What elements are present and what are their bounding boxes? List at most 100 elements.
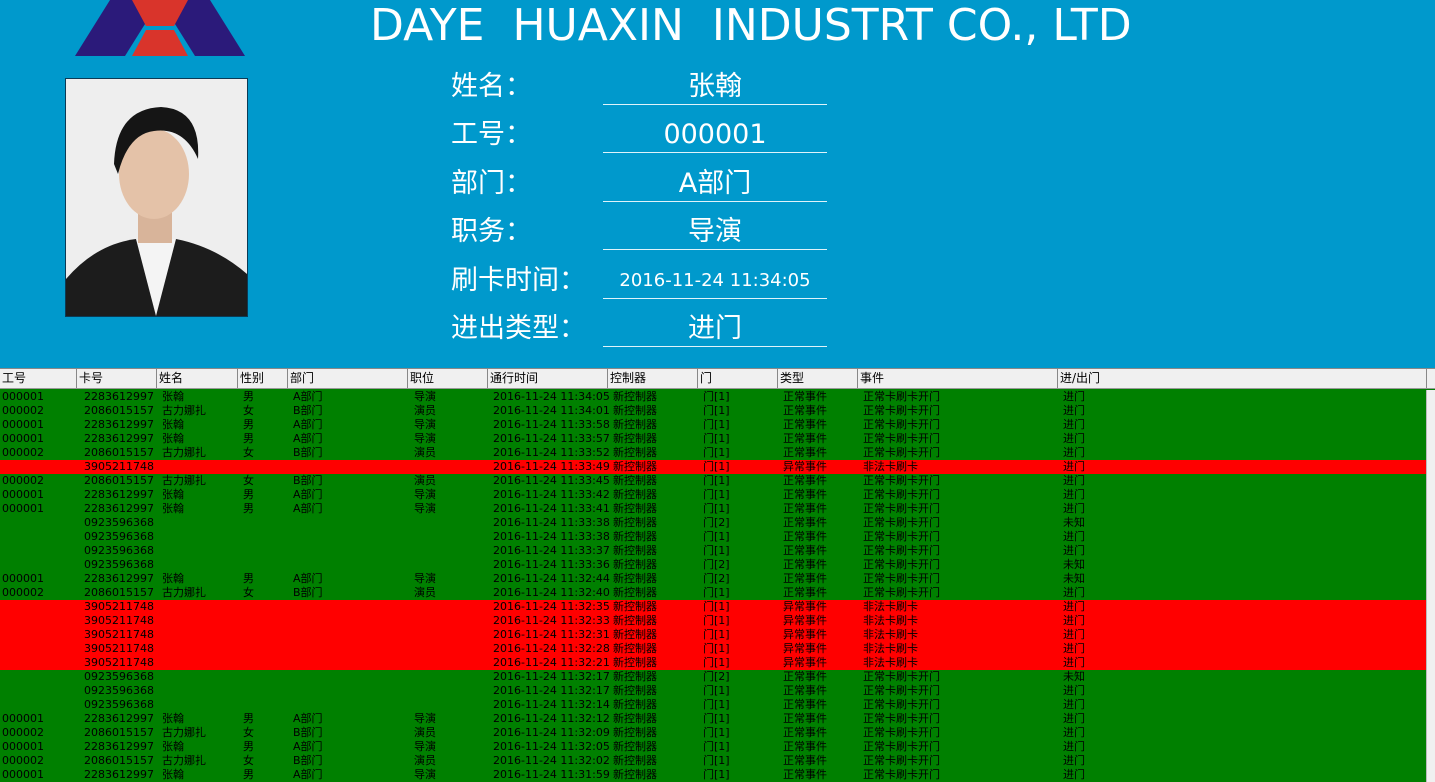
table-row[interactable]: 000002 2086015157 古力娜扎 女 B部门 演员 2016-11-24 11:… xyxy=(0,404,1427,418)
cell-controller: 新控制器 xyxy=(613,544,657,557)
cell-type: 正常事件 xyxy=(783,670,827,683)
cell-type: 正常事件 xyxy=(783,740,827,753)
cell-door: 门[1] xyxy=(703,446,730,459)
cell-card-no: 3905211748 xyxy=(84,460,154,473)
table-row[interactable]: 000002 2086015157 古力娜扎 女 B部门 演员 2016-11-24 11:… xyxy=(0,586,1427,600)
table-row[interactable]: 000001 2283612997 张翰 男 A部门 导演 2016-11-24 11:32… xyxy=(0,572,1427,586)
table-row[interactable]: 000001 2283612997 张翰 男 A部门 导演 2016-11-24 11:33… xyxy=(0,502,1427,516)
cell-emp-id: 000001 xyxy=(2,418,44,431)
table-row[interactable]: 000002 2086015157 古力娜扎 女 B部门 演员 2016-11-24 11:… xyxy=(0,474,1427,488)
cell-direction: 进门 xyxy=(1063,768,1085,781)
cell-gender: 男 xyxy=(243,740,254,753)
cell-position: 导演 xyxy=(414,502,436,515)
cell-card-no: 2283612997 xyxy=(84,502,154,515)
table-row[interactable]: 0923596368 2016-11-24 11:33:36 新控制器 门[2] 正常事… xyxy=(0,558,1427,572)
cell-card-no: 2283612997 xyxy=(84,488,154,501)
cell-name: 古力娜扎 xyxy=(162,754,206,767)
column-header-dept[interactable]: 部门 xyxy=(288,369,408,388)
table-row[interactable]: 0923596368 2016-11-24 11:33:38 新控制器 门[2] 正常事… xyxy=(0,516,1427,530)
table-row[interactable]: 000002 2086015157 古力娜扎 女 B部门 演员 2016-11-24 11:… xyxy=(0,726,1427,740)
table-row[interactable]: 0923596368 2016-11-24 11:32:17 新控制器 门[2] 正常事… xyxy=(0,670,1427,684)
cell-gender: 男 xyxy=(243,432,254,445)
cell-dept: B部门 xyxy=(293,446,323,459)
cell-event: 正常卡刷卡开门 xyxy=(863,586,940,599)
table-row[interactable]: 3905211748 2016-11-24 11:32:31 新控制器 门[1] 异常事… xyxy=(0,628,1427,642)
table-row[interactable]: 0923596368 2016-11-24 11:32:17 新控制器 门[1] 正常事… xyxy=(0,684,1427,698)
cell-controller: 新控制器 xyxy=(613,502,657,515)
cell-direction: 未知 xyxy=(1063,670,1085,683)
cell-direction: 进门 xyxy=(1063,642,1085,655)
cell-door: 门[1] xyxy=(703,474,730,487)
column-header-door[interactable]: 门 xyxy=(698,369,778,388)
cell-controller: 新控制器 xyxy=(613,460,657,473)
table-row[interactable]: 3905211748 2016-11-24 11:32:33 新控制器 门[1] 异常事… xyxy=(0,614,1427,628)
table-row[interactable]: 0923596368 2016-11-24 11:33:38 新控制器 门[1] 正常事… xyxy=(0,530,1427,544)
table-row[interactable]: 3905211748 2016-11-24 11:33:49 新控制器 门[1] 异常事… xyxy=(0,460,1427,474)
cell-dept: A部门 xyxy=(293,432,323,445)
column-header-event[interactable]: 事件 xyxy=(858,369,1058,388)
table-row[interactable]: 3905211748 2016-11-24 11:32:35 新控制器 门[1] 异常事… xyxy=(0,600,1427,614)
cell-door: 门[1] xyxy=(703,586,730,599)
column-header-card-no[interactable]: 卡号 xyxy=(77,369,157,388)
column-header-name[interactable]: 姓名 xyxy=(157,369,238,388)
cell-event: 正常卡刷卡开门 xyxy=(863,488,940,501)
table-row[interactable]: 000001 2283612997 张翰 男 A部门 导演 2016-11-24 11:32… xyxy=(0,712,1427,726)
cell-event: 非法卡刷卡 xyxy=(863,628,918,641)
cell-name: 张翰 xyxy=(162,418,184,431)
cell-controller: 新控制器 xyxy=(613,572,657,585)
cell-door: 门[2] xyxy=(703,670,730,683)
cell-time: 2016-11-24 11:32:05 xyxy=(493,740,610,753)
cell-controller: 新控制器 xyxy=(613,698,657,711)
cell-controller: 新控制器 xyxy=(613,446,657,459)
cell-gender: 女 xyxy=(243,586,254,599)
column-header-position[interactable]: 职位 xyxy=(408,369,488,388)
cell-time: 2016-11-24 11:33:49 xyxy=(493,460,610,473)
table-row[interactable]: 000001 2283612997 张翰 男 A部门 导演 2016-11-24 11:33… xyxy=(0,488,1427,502)
column-header-time[interactable]: 通行时间 xyxy=(488,369,608,388)
cell-event: 正常卡刷卡开门 xyxy=(863,390,940,403)
cell-controller: 新控制器 xyxy=(613,432,657,445)
cell-event: 正常卡刷卡开门 xyxy=(863,572,940,585)
cell-door: 门[1] xyxy=(703,712,730,725)
cell-name: 张翰 xyxy=(162,432,184,445)
cell-direction: 进门 xyxy=(1063,460,1085,473)
cell-card-no: 3905211748 xyxy=(84,614,154,627)
cell-type: 正常事件 xyxy=(783,558,827,571)
column-header-direction[interactable]: 进/出门 xyxy=(1058,369,1427,388)
table-row[interactable]: 000001 2283612997 张翰 男 A部门 导演 2016-11-24 11:34… xyxy=(0,390,1427,404)
cell-emp-id: 000001 xyxy=(2,502,44,515)
vertical-scrollbar[interactable] xyxy=(1426,390,1435,782)
table-row[interactable]: 0923596368 2016-11-24 11:33:37 新控制器 门[1] 正常事… xyxy=(0,544,1427,558)
column-header-type[interactable]: 类型 xyxy=(778,369,858,388)
cell-dept: A部门 xyxy=(293,418,323,431)
cell-emp-id: 000002 xyxy=(2,726,44,739)
cell-controller: 新控制器 xyxy=(613,614,657,627)
cell-controller: 新控制器 xyxy=(613,488,657,501)
cell-card-no: 2086015157 xyxy=(84,586,154,599)
cell-type: 正常事件 xyxy=(783,446,827,459)
table-row[interactable]: 0923596368 2016-11-24 11:32:14 新控制器 门[1] 正常事… xyxy=(0,698,1427,712)
cell-card-no: 2283612997 xyxy=(84,418,154,431)
column-header-gender[interactable]: 性别 xyxy=(238,369,288,388)
cell-door: 门[2] xyxy=(703,558,730,571)
cell-event: 正常卡刷卡开门 xyxy=(863,684,940,697)
cell-emp-id: 000001 xyxy=(2,432,44,445)
cell-dept: B部门 xyxy=(293,404,323,417)
column-header-emp-id[interactable]: 工号 xyxy=(0,369,77,388)
employee-id-value: 000001 xyxy=(603,118,827,153)
cell-door: 门[1] xyxy=(703,544,730,557)
table-row[interactable]: 000002 2086015157 古力娜扎 女 B部门 演员 2016-11-24 11:… xyxy=(0,446,1427,460)
table-row[interactable]: 000001 2283612997 张翰 男 A部门 导演 2016-11-24 11:33… xyxy=(0,418,1427,432)
table-row[interactable]: 000001 2283612997 张翰 男 A部门 导演 2016-11-24 11:32… xyxy=(0,740,1427,754)
column-header-controller[interactable]: 控制器 xyxy=(608,369,698,388)
table-row[interactable]: 3905211748 2016-11-24 11:32:28 新控制器 门[1] 异常事… xyxy=(0,642,1427,656)
cell-time: 2016-11-24 11:34:01 xyxy=(493,404,610,417)
cell-controller: 新控制器 xyxy=(613,768,657,781)
table-row[interactable]: 000001 2283612997 张翰 男 A部门 导演 2016-11-24 11:31… xyxy=(0,768,1427,782)
table-row[interactable]: 3905211748 2016-11-24 11:32:21 新控制器 门[1] 异常事… xyxy=(0,656,1427,670)
cell-door: 门[1] xyxy=(703,628,730,641)
cell-emp-id: 000002 xyxy=(2,754,44,767)
cell-card-no: 0923596368 xyxy=(84,684,154,697)
table-row[interactable]: 000001 2283612997 张翰 男 A部门 导演 2016-11-24 11:33… xyxy=(0,432,1427,446)
table-row[interactable]: 000002 2086015157 古力娜扎 女 B部门 演员 2016-11-24 11:… xyxy=(0,754,1427,768)
